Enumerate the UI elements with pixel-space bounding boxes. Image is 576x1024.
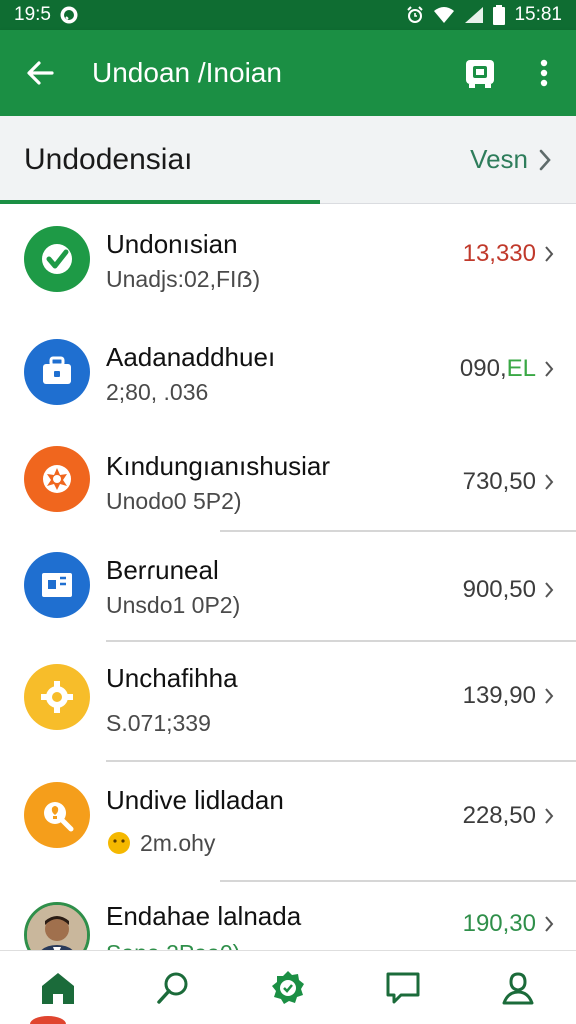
search-icon — [157, 972, 188, 1004]
more-vert-icon — [540, 59, 548, 87]
list-item[interactable]: Unchafihha S.071;339 139,90 — [0, 642, 576, 762]
chat-icon — [386, 972, 420, 1003]
nav-profile[interactable] — [478, 953, 558, 1023]
chevron-right-icon — [545, 688, 554, 704]
item-title: Endahae lalnada — [106, 901, 302, 931]
bottom-nav — [0, 950, 576, 1024]
item-title: Undonısian — [106, 229, 238, 259]
item-subtitle: Sane 2Paa0) — [106, 938, 301, 950]
signal-icon — [464, 6, 484, 24]
item-amount: 139,90 — [462, 682, 536, 709]
item-subtitle: 2m.ohy — [140, 830, 216, 856]
chevron-right-icon — [545, 916, 554, 932]
item-subtitle: 2;80, .036 — [106, 379, 209, 405]
list-item[interactable]: Aadanaddhueı 2;80, .036 090,EL — [0, 315, 576, 422]
list-item[interactable]: Kındungıanıshusiar Unodo0 5P2) 730,50 — [0, 422, 576, 532]
nav-security[interactable] — [248, 953, 328, 1023]
item-title: Unchafihha — [106, 663, 238, 693]
gear-icon — [24, 664, 90, 730]
scan-icon — [466, 60, 494, 88]
status-bar: 19:5 15:81 — [0, 0, 576, 30]
sun-icon — [24, 446, 90, 512]
item-title: Undive lidladan — [106, 785, 284, 815]
item-subtitle: Unsdo1 0P2) — [106, 592, 241, 618]
item-title: Aadanaddhueı — [106, 342, 276, 372]
status-time-right: 15:81 — [514, 4, 562, 25]
status-time-left: 19:5 — [14, 4, 51, 25]
view-all-label: Vesn — [470, 144, 528, 174]
avatar-photo — [24, 902, 90, 950]
section-title: Undodensiaı — [24, 142, 193, 176]
nav-messages[interactable] — [363, 953, 443, 1023]
chevron-right-icon — [545, 582, 554, 598]
item-title: Berɾuneal — [106, 555, 219, 585]
list-item[interactable]: Undive lidladan 2m.ohy 228,50 — [0, 762, 576, 882]
view-all-link[interactable]: Vesn — [470, 144, 552, 175]
chevron-right-icon — [545, 246, 554, 262]
item-amount: 13,330 — [462, 240, 536, 267]
list-item[interactable]: Berɾuneal Unsdo1 0P2) 900,50 — [0, 532, 576, 642]
app-bar: Undoan /Inoian — [0, 30, 576, 116]
more-options-button[interactable] — [512, 30, 576, 116]
item-amount: 090,EL — [459, 355, 536, 382]
chevron-right-icon — [545, 474, 554, 490]
item-amount: 228,50 — [462, 802, 536, 829]
back-button[interactable] — [4, 30, 76, 116]
chevron-right-icon — [545, 808, 554, 824]
item-title: Kındungıanıshusiar — [106, 451, 331, 481]
item-amount: 730,50 — [462, 468, 536, 495]
document-icon — [24, 552, 90, 618]
arrow-left-icon — [27, 61, 54, 85]
emoji-icon — [108, 832, 130, 854]
item-amount: 190,30 — [462, 910, 536, 937]
bulb-search-icon — [24, 782, 90, 848]
check-icon — [24, 226, 90, 292]
section-header: Undodensiaı Vesn — [0, 116, 576, 204]
list-item[interactable]: Endahae lalnada Sane 2Paa0) 190,30 — [0, 882, 576, 950]
alarm-icon — [406, 6, 424, 24]
briefcase-icon — [24, 339, 90, 405]
nav-home[interactable] — [18, 953, 98, 1023]
item-subtitle: Unodo0 5P2) — [106, 488, 242, 514]
shield-badge-icon — [271, 970, 304, 1004]
battery-icon — [493, 5, 506, 25]
scan-button[interactable] — [448, 30, 512, 116]
item-subtitle: Unadjs:02,FIẞ) — [106, 266, 261, 292]
chevron-right-icon — [539, 149, 551, 170]
wifi-icon — [433, 6, 455, 24]
chevron-right-icon — [545, 361, 554, 377]
person-icon — [502, 971, 534, 1004]
transaction-list: Undonısian Unadjs:02,FIẞ) 13,330 Aadanad… — [0, 204, 576, 950]
nav-search[interactable] — [133, 953, 213, 1023]
item-amount: 900,50 — [462, 576, 536, 603]
page-title: Undoan /Inoian — [92, 57, 282, 88]
list-item[interactable]: Undonısian Unadjs:02,FIẞ) 13,330 — [0, 204, 576, 315]
whatsapp-icon — [59, 5, 79, 25]
item-subtitle: S.071;339 — [106, 710, 211, 736]
home-icon — [41, 972, 74, 1004]
